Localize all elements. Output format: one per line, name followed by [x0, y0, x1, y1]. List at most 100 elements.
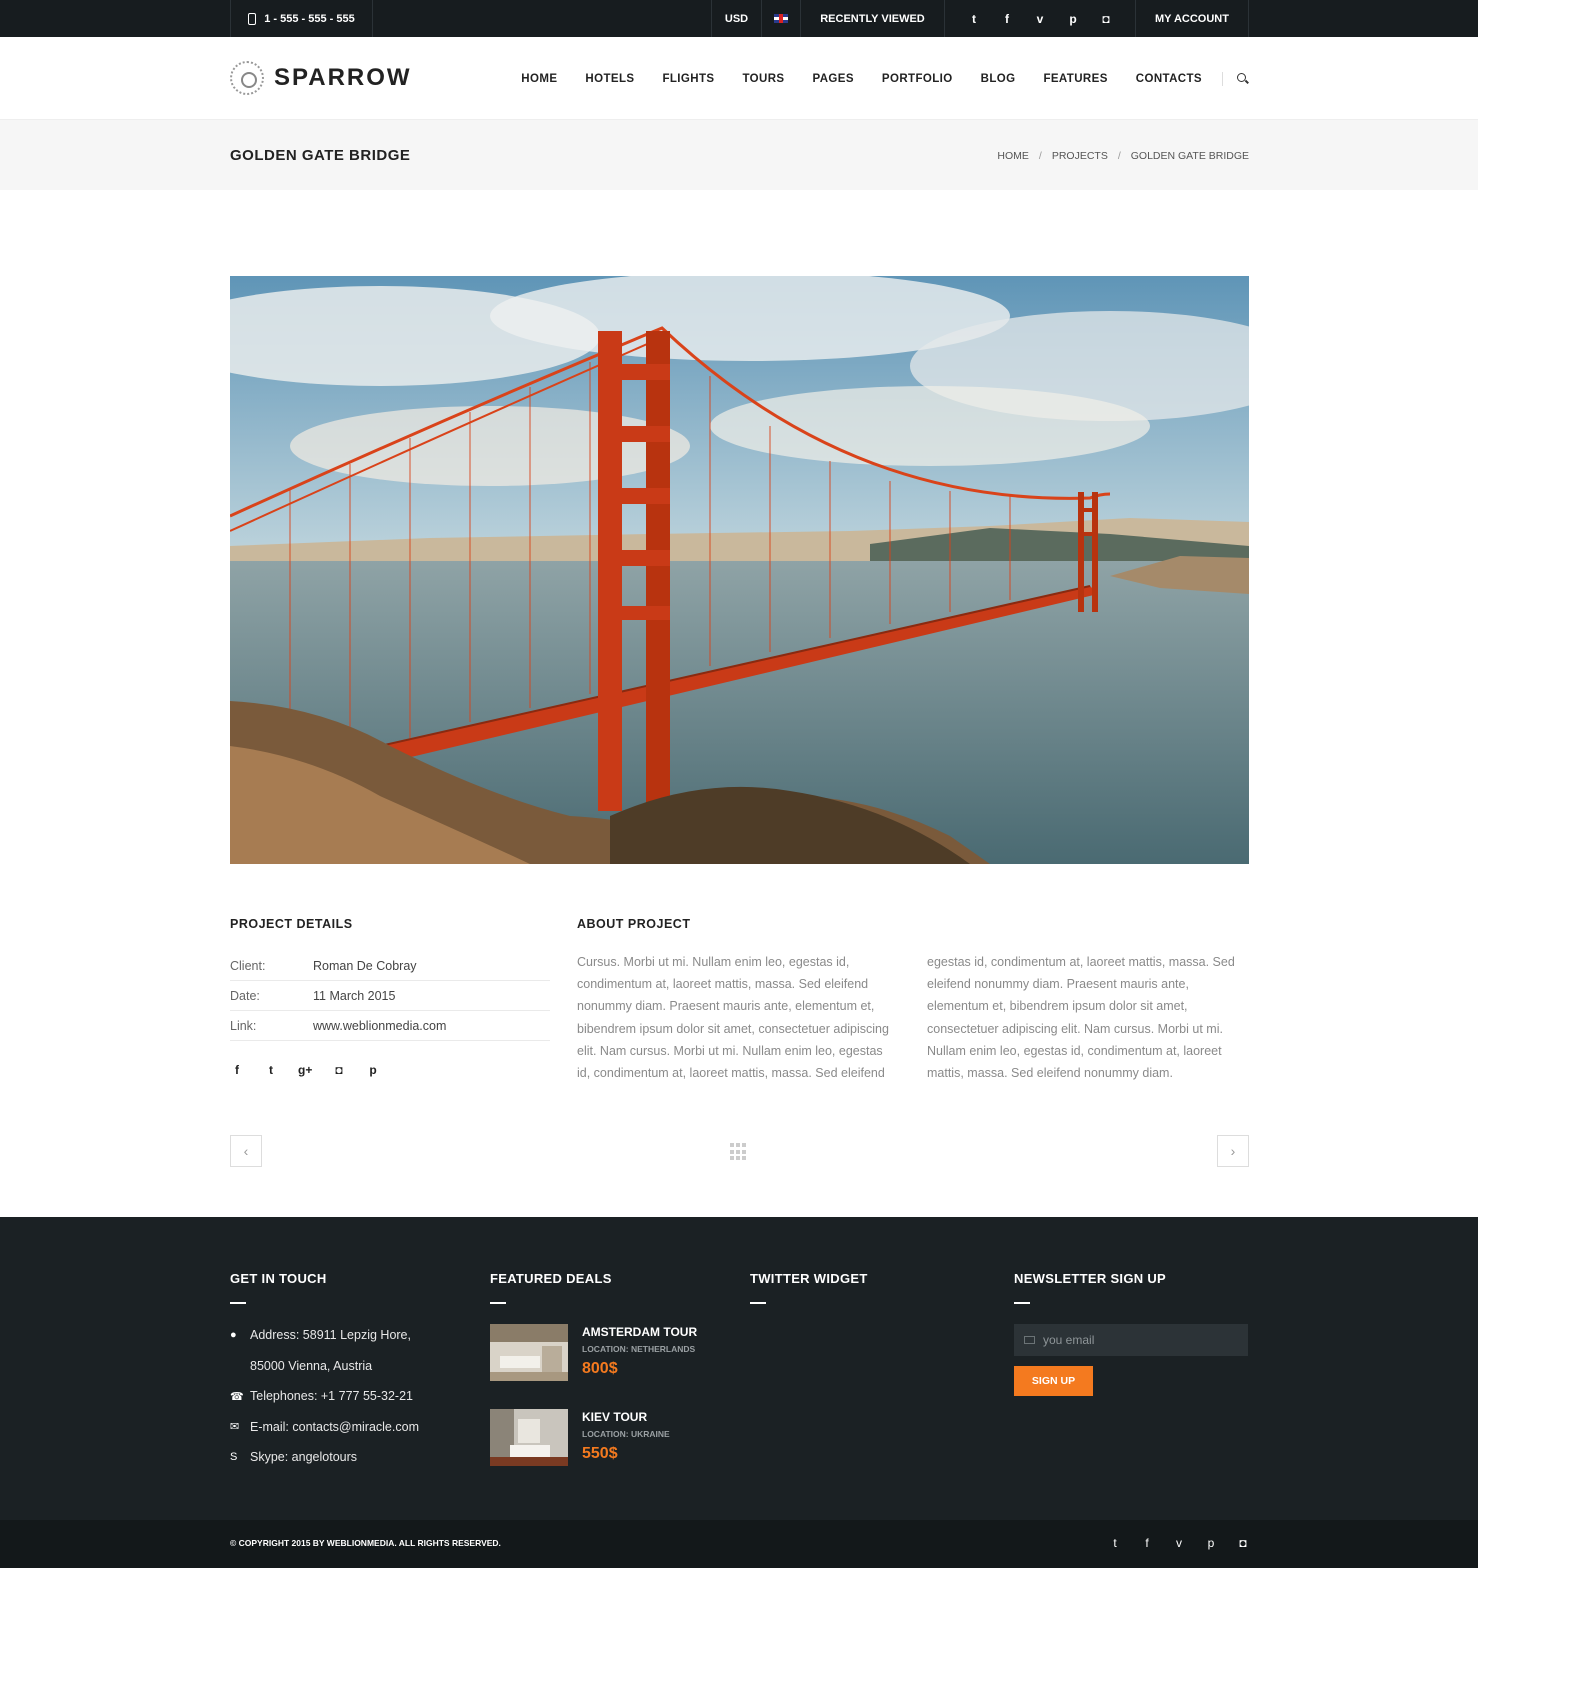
deal-title[interactable]: KIEV TOUR — [582, 1410, 670, 1424]
previous-project-button[interactable]: ‹ — [230, 1135, 262, 1167]
footer-contact-heading: GET IN TOUCH — [230, 1271, 327, 1286]
breadcrumb-current: GOLDEN GATE BRIDGE — [1130, 150, 1249, 162]
copyright: © COPYRIGHT 2015 BY WEBLIONMEDIA. ALL RI… — [230, 1538, 501, 1548]
project-details-heading: PROJECT DETAILS — [230, 917, 353, 931]
twitter-icon[interactable]: t — [958, 12, 991, 26]
vimeo-icon[interactable]: v — [1172, 1536, 1186, 1550]
instagram-icon[interactable]: ◘ — [332, 1063, 346, 1077]
deal-location: LOCATION: UKRAINE — [582, 1429, 670, 1439]
nav-flights[interactable]: FLIGHTS — [662, 73, 714, 85]
next-project-button[interactable]: › — [1217, 1135, 1249, 1167]
address-line-2: 85000 Vienna, Austria — [250, 1358, 373, 1373]
search-icon[interactable] — [1237, 72, 1249, 85]
skype-text: Skype: angelotours — [250, 1450, 358, 1465]
address-line-1: Address: 58911 Lepzig Hore, — [250, 1328, 411, 1343]
sign-up-button[interactable]: SIGN UP — [1014, 1366, 1093, 1396]
instagram-icon[interactable]: ◘ — [1090, 12, 1123, 26]
share-icons: f t g+ ◘ p — [230, 1063, 550, 1077]
contact-address-2: 85000 Vienna, Austria — [230, 1351, 419, 1382]
envelope-icon — [1024, 1336, 1035, 1344]
footer-deals-heading: FEATURED DEALS — [490, 1271, 612, 1286]
grid-icon[interactable] — [730, 1143, 748, 1161]
instagram-icon[interactable]: ◘ — [1236, 1536, 1250, 1550]
breadcrumb-separator: / — [1117, 150, 1121, 162]
contact-list: ● Address: 58911 Lepzig Hore, 85000 Vienn… — [230, 1320, 419, 1473]
footer-deals: FEATURED DEALS AMSTERDAM TOUR LOCATION: … — [490, 1271, 697, 1466]
footer-newsletter-heading: NEWSLETTER SIGN UP — [1014, 1271, 1167, 1286]
contact-skype: S Skype: angelotours — [230, 1442, 419, 1473]
pinterest-icon[interactable]: p — [1204, 1536, 1218, 1550]
newsletter-email-input[interactable]: you email — [1014, 1324, 1248, 1356]
detail-label: Client: — [230, 958, 266, 973]
pinterest-icon[interactable]: p — [366, 1063, 380, 1077]
currency-selector[interactable]: USD — [711, 0, 761, 37]
breadcrumb-projects[interactable]: PROJECTS — [1052, 150, 1108, 162]
facebook-icon[interactable]: f — [230, 1063, 244, 1077]
breadcrumb: HOME / PROJECTS / GOLDEN GATE BRIDGE — [997, 150, 1249, 162]
pinterest-icon[interactable]: p — [1057, 12, 1090, 26]
breadcrumb-home[interactable]: HOME — [997, 150, 1029, 162]
logo-text: SPARROW — [274, 64, 412, 91]
nav-hotels[interactable]: HOTELS — [585, 73, 634, 85]
detail-value: 11 March 2015 — [313, 988, 396, 1003]
deal-price: 550$ — [582, 1445, 618, 1462]
breadcrumb-separator: / — [1038, 150, 1042, 162]
newsletter-placeholder: you email — [1043, 1333, 1095, 1347]
logo[interactable]: SPARROW — [230, 61, 412, 95]
nav-pages[interactable]: PAGES — [813, 73, 854, 85]
detail-value: Roman De Cobray — [313, 958, 417, 973]
recently-viewed-link[interactable]: RECENTLY VIEWED — [800, 0, 944, 37]
uk-flag-icon — [774, 14, 788, 23]
vimeo-icon[interactable]: v — [1024, 12, 1057, 26]
top-social-links: t f v p ◘ — [944, 0, 1135, 37]
detail-label: Date: — [230, 988, 260, 1003]
heading-underline — [490, 1302, 506, 1304]
page-title-bar: GOLDEN GATE BRIDGE HOME / PROJECTS / GOL… — [0, 120, 1478, 190]
google-plus-icon[interactable]: g+ — [298, 1063, 312, 1077]
skype-icon: S — [230, 1451, 238, 1464]
page-title: GOLDEN GATE BRIDGE — [230, 147, 411, 164]
site-header: SPARROW HOME HOTELS FLIGHTS TOURS PAGES … — [0, 37, 1478, 120]
deal-item[interactable]: AMSTERDAM TOUR LOCATION: NETHERLANDS 800… — [490, 1324, 697, 1381]
project-image — [230, 276, 1249, 864]
deal-title[interactable]: AMSTERDAM TOUR — [582, 1325, 697, 1339]
nav-blog[interactable]: BLOG — [981, 73, 1016, 85]
main-nav: HOME HOTELS FLIGHTS TOURS PAGES PORTFOLI… — [493, 37, 1249, 120]
detail-row-link: Link: www.weblionmedia.com — [230, 1011, 550, 1041]
project-pager: ‹ › — [230, 1135, 1249, 1167]
nav-contacts[interactable]: CONTACTS — [1136, 73, 1202, 85]
about-column-2: egestas id, condimentum at, laoreet matt… — [927, 955, 1235, 1081]
detail-label: Link: — [230, 1018, 257, 1033]
language-selector[interactable] — [761, 0, 800, 37]
my-account-link[interactable]: MY ACCOUNT — [1135, 0, 1249, 37]
twitter-icon[interactable]: t — [1108, 1536, 1122, 1550]
nav-tours[interactable]: TOURS — [742, 73, 784, 85]
ship-wheel-icon — [230, 61, 264, 95]
phone-icon: ☎ — [230, 1390, 244, 1403]
phone-label: 1 - 555 - 555 - 555 — [264, 12, 355, 25]
recently-viewed-label: RECENTLY VIEWED — [820, 12, 925, 25]
nav-features[interactable]: FEATURES — [1043, 73, 1107, 85]
deal-thumbnail[interactable] — [490, 1324, 568, 1381]
twitter-icon[interactable]: t — [264, 1063, 278, 1077]
deal-price: 800$ — [582, 1360, 618, 1377]
footer-twitter-heading: TWITTER WIDGET — [750, 1271, 868, 1286]
about-text: Cursus. Morbi ut mi. Nullam enim leo, eg… — [577, 951, 1249, 1084]
deal-item[interactable]: KIEV TOUR LOCATION: UKRAINE 550$ — [490, 1409, 697, 1466]
deal-thumbnail[interactable] — [490, 1409, 568, 1466]
about-project-heading: ABOUT PROJECT — [577, 917, 691, 931]
nav-home[interactable]: HOME — [521, 73, 557, 85]
project-link[interactable]: www.weblionmedia.com — [313, 1019, 446, 1033]
facebook-icon[interactable]: f — [991, 12, 1024, 26]
footer: GET IN TOUCH ● Address: 58911 Lepzig Hore… — [0, 1217, 1478, 1520]
nav-portfolio[interactable]: PORTFOLIO — [882, 73, 953, 85]
footer-newsletter: NEWSLETTER SIGN UP you email SIGN UP — [1014, 1271, 1248, 1396]
currency-label: USD — [724, 12, 749, 25]
detail-row-client: Client: Roman De Cobray — [230, 951, 550, 981]
nav-divider — [1222, 71, 1223, 86]
email-text[interactable]: E-mail: contacts@miracle.com — [250, 1420, 419, 1434]
project-details-list: Client: Roman De Cobray Date: 11 March 2… — [230, 951, 550, 1041]
phone-number[interactable]: 1 - 555 - 555 - 555 — [230, 0, 373, 37]
facebook-icon[interactable]: f — [1140, 1536, 1154, 1550]
top-bar: 1 - 555 - 555 - 555 USD RECENTLY VIEWED … — [0, 0, 1478, 37]
